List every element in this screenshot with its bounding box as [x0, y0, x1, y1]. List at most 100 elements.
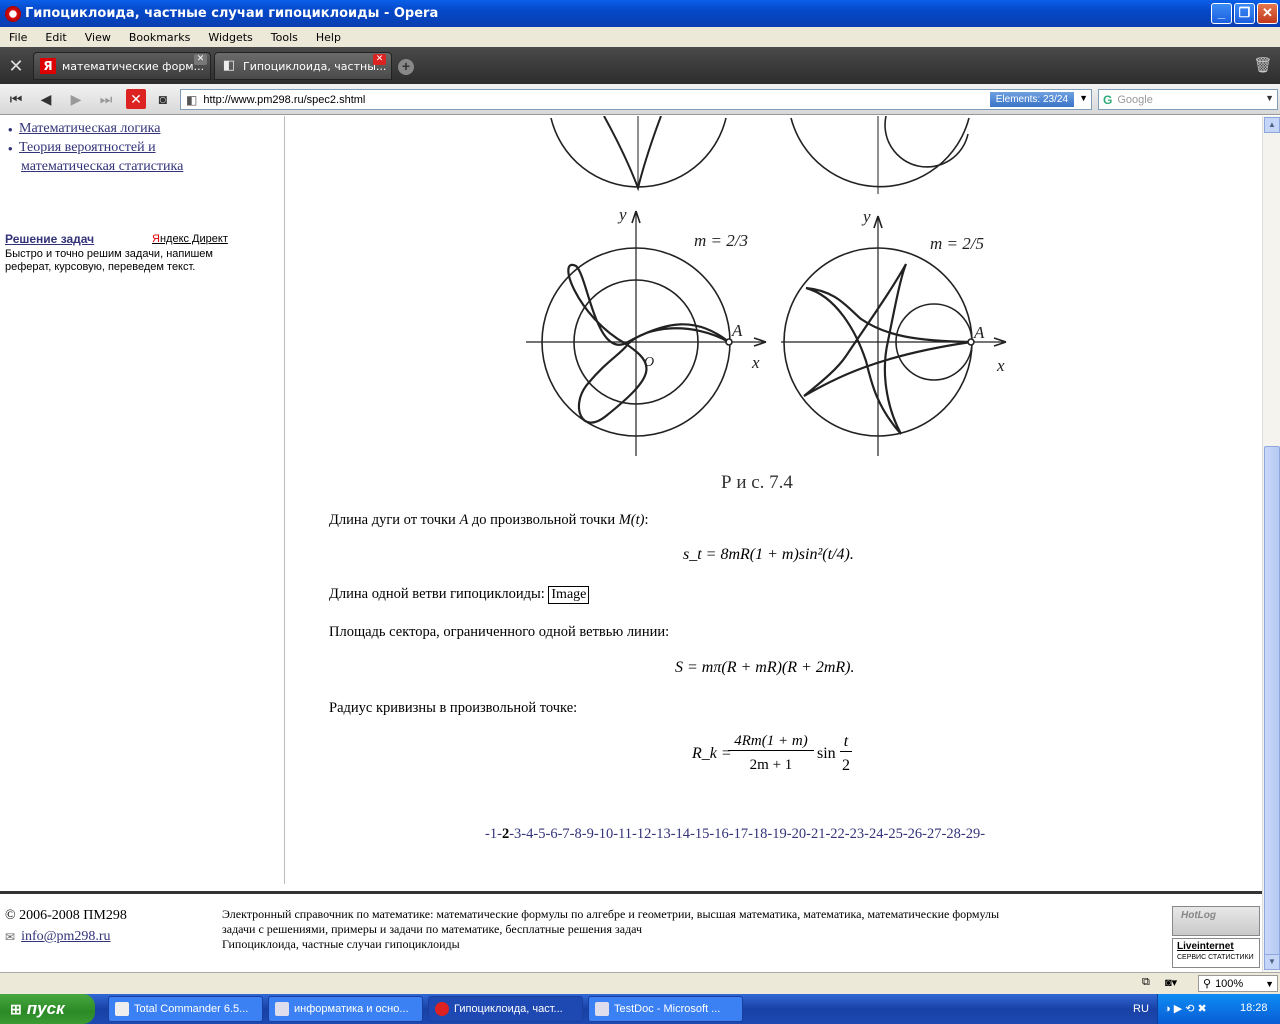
figure-x-label-right: x: [996, 356, 1005, 375]
page-link[interactable]: 6: [550, 826, 557, 842]
minimize-button[interactable]: _: [1211, 3, 1232, 24]
page-link[interactable]: 5: [538, 826, 545, 842]
tab-label: математические форм...: [62, 59, 205, 73]
language-indicator[interactable]: RU: [1133, 1003, 1149, 1015]
liveinternet-counter[interactable]: Liveinternet СЕРВИС СТАТИСТИКИ: [1172, 938, 1260, 968]
tray-icons[interactable]: ◑ ▶ ⟲ ✖: [1164, 1002, 1207, 1015]
zoom-control[interactable]: ⚲ 100% ▼: [1198, 975, 1278, 992]
elements-counter[interactable]: Elements: 23/24: [989, 92, 1074, 107]
email-row: ✉ info@pm298.ru: [5, 929, 111, 945]
address-field[interactable]: ◧ http://www.pm298.ru/spec2.shtml Elemen…: [180, 89, 1092, 110]
yandex-direct-link[interactable]: Яндекс Директ: [152, 233, 228, 245]
text: Гипоциклоида, част...: [454, 1003, 563, 1015]
task-word-testdoc[interactable]: TestDoc - Microsoft ...: [588, 996, 743, 1022]
scroll-thumb[interactable]: [1264, 446, 1280, 966]
page-link[interactable]: 17: [734, 826, 749, 842]
windows-logo-icon: ⊞: [10, 1000, 22, 1017]
task-word-informatics[interactable]: информатика и осно...: [268, 996, 423, 1022]
page-link[interactable]: 3: [514, 826, 521, 842]
link-math-logic[interactable]: Математическая логика: [19, 121, 160, 137]
email-link[interactable]: info@pm298.ru: [21, 929, 111, 945]
main-content: m = 2/3 m = 2/5 y y x x A A O Р и с. 7.4…: [286, 116, 1262, 884]
link-statistics[interactable]: математическая статистика: [21, 159, 183, 175]
text: Длина дуги от точки: [329, 512, 460, 528]
menu-tools[interactable]: Tools: [262, 31, 307, 44]
menu-edit[interactable]: Edit: [36, 31, 75, 44]
tab-close-icon[interactable]: ✕: [194, 54, 207, 65]
stop-icon[interactable]: ✕: [126, 89, 146, 109]
new-tab-icon[interactable]: +: [398, 59, 414, 75]
panel-icon[interactable]: ⧉: [1142, 976, 1150, 989]
page-link[interactable]: 23: [850, 826, 865, 842]
link-probability[interactable]: Теория вероятностей и: [19, 140, 156, 156]
page-link[interactable]: 22: [830, 826, 845, 842]
page-link[interactable]: 9: [587, 826, 594, 842]
menu-help[interactable]: Help: [307, 31, 350, 44]
vertical-scrollbar[interactable]: ▲ ▼: [1262, 116, 1280, 972]
camera-icon[interactable]: ◙: [153, 89, 173, 109]
page-link[interactable]: 15: [695, 826, 710, 842]
page-link[interactable]: 27: [927, 826, 942, 842]
page-link[interactable]: 26: [908, 826, 923, 842]
page-link[interactable]: 11: [618, 826, 632, 842]
menu-file[interactable]: File: [0, 31, 36, 44]
page-link[interactable]: 16: [714, 826, 729, 842]
task-opera[interactable]: Гипоциклоида, част...: [428, 996, 583, 1022]
text: TestDoc - Microsoft ...: [614, 1003, 721, 1015]
tab-math-formulas[interactable]: Я математические форм... ✕: [33, 52, 211, 80]
chevron-down-icon[interactable]: ▼: [1265, 93, 1274, 103]
page-link[interactable]: 29: [966, 826, 981, 842]
start-button[interactable]: ⊞ пуск: [0, 994, 95, 1024]
figure-y-label-left: y: [617, 205, 627, 224]
search-input[interactable]: G Google ▼: [1098, 89, 1278, 110]
figure-cusp-top-left: [603, 116, 662, 192]
image-settings-icon[interactable]: ◙▾: [1165, 976, 1177, 989]
paragraph-sector-area: Площадь сектора, ограниченного одной вет…: [329, 624, 670, 640]
back-icon[interactable]: ◀: [36, 89, 56, 109]
tab-label: Гипоциклоида, частны...: [243, 59, 387, 73]
image-placeholder[interactable]: Image: [548, 586, 590, 604]
text: Liveinternet: [1177, 941, 1234, 952]
page-link[interactable]: 28: [946, 826, 961, 842]
page-link[interactable]: 1: [490, 826, 497, 842]
page-link[interactable]: 4: [526, 826, 533, 842]
page-link[interactable]: 25: [888, 826, 903, 842]
page-link[interactable]: 20: [792, 826, 807, 842]
page-link[interactable]: 8: [575, 826, 582, 842]
page-link[interactable]: 13: [656, 826, 671, 842]
hotlog-counter[interactable]: HotLog: [1172, 906, 1260, 936]
page-link[interactable]: 21: [811, 826, 826, 842]
ad-title-link[interactable]: Решение задач: [5, 232, 94, 246]
word-icon: [595, 1002, 609, 1016]
text: Total Commander 6.5...: [134, 1003, 249, 1015]
forward-icon[interactable]: ▶: [66, 89, 86, 109]
chevron-down-icon[interactable]: ▼: [1079, 93, 1088, 103]
trash-icon[interactable]: 🗑: [1252, 55, 1274, 77]
page-link[interactable]: 7: [562, 826, 569, 842]
restore-button[interactable]: ❐: [1234, 3, 1255, 24]
page-link[interactable]: 10: [599, 826, 614, 842]
menu-view[interactable]: View: [76, 31, 120, 44]
fastforward-icon[interactable]: ⏭: [96, 89, 116, 109]
text: Гипоциклоида, частные случаи гипоциклоид…: [222, 937, 460, 951]
task-total-commander[interactable]: Total Commander 6.5...: [108, 996, 263, 1022]
text: t: [840, 733, 852, 752]
rewind-icon[interactable]: ⏮: [6, 89, 26, 109]
address-toolbar: ⏮ ◀ ▶ ⏭ ✕ ◙ ◧ http://www.pm298.ru/spec2.…: [0, 84, 1280, 115]
text: M(t): [618, 512, 645, 528]
page-link[interactable]: 24: [869, 826, 884, 842]
page-link[interactable]: 14: [676, 826, 691, 842]
tools-icon[interactable]: ✕: [4, 55, 28, 77]
page-current: 2: [501, 826, 510, 842]
scroll-up-icon[interactable]: ▲: [1264, 117, 1280, 133]
tab-hypocycloid[interactable]: ◧ Гипоциклоида, частны... ✕: [214, 52, 392, 80]
figure-caption: Р и с. 7.4: [721, 472, 793, 493]
page-link[interactable]: 18: [753, 826, 768, 842]
page-link[interactable]: 19: [772, 826, 787, 842]
close-button[interactable]: ✕: [1257, 3, 1278, 24]
scroll-down-icon[interactable]: ▼: [1264, 954, 1280, 970]
page-link[interactable]: 12: [637, 826, 652, 842]
tab-close-icon[interactable]: ✕: [373, 54, 386, 65]
menu-bookmarks[interactable]: Bookmarks: [120, 31, 199, 44]
menu-widgets[interactable]: Widgets: [199, 31, 261, 44]
